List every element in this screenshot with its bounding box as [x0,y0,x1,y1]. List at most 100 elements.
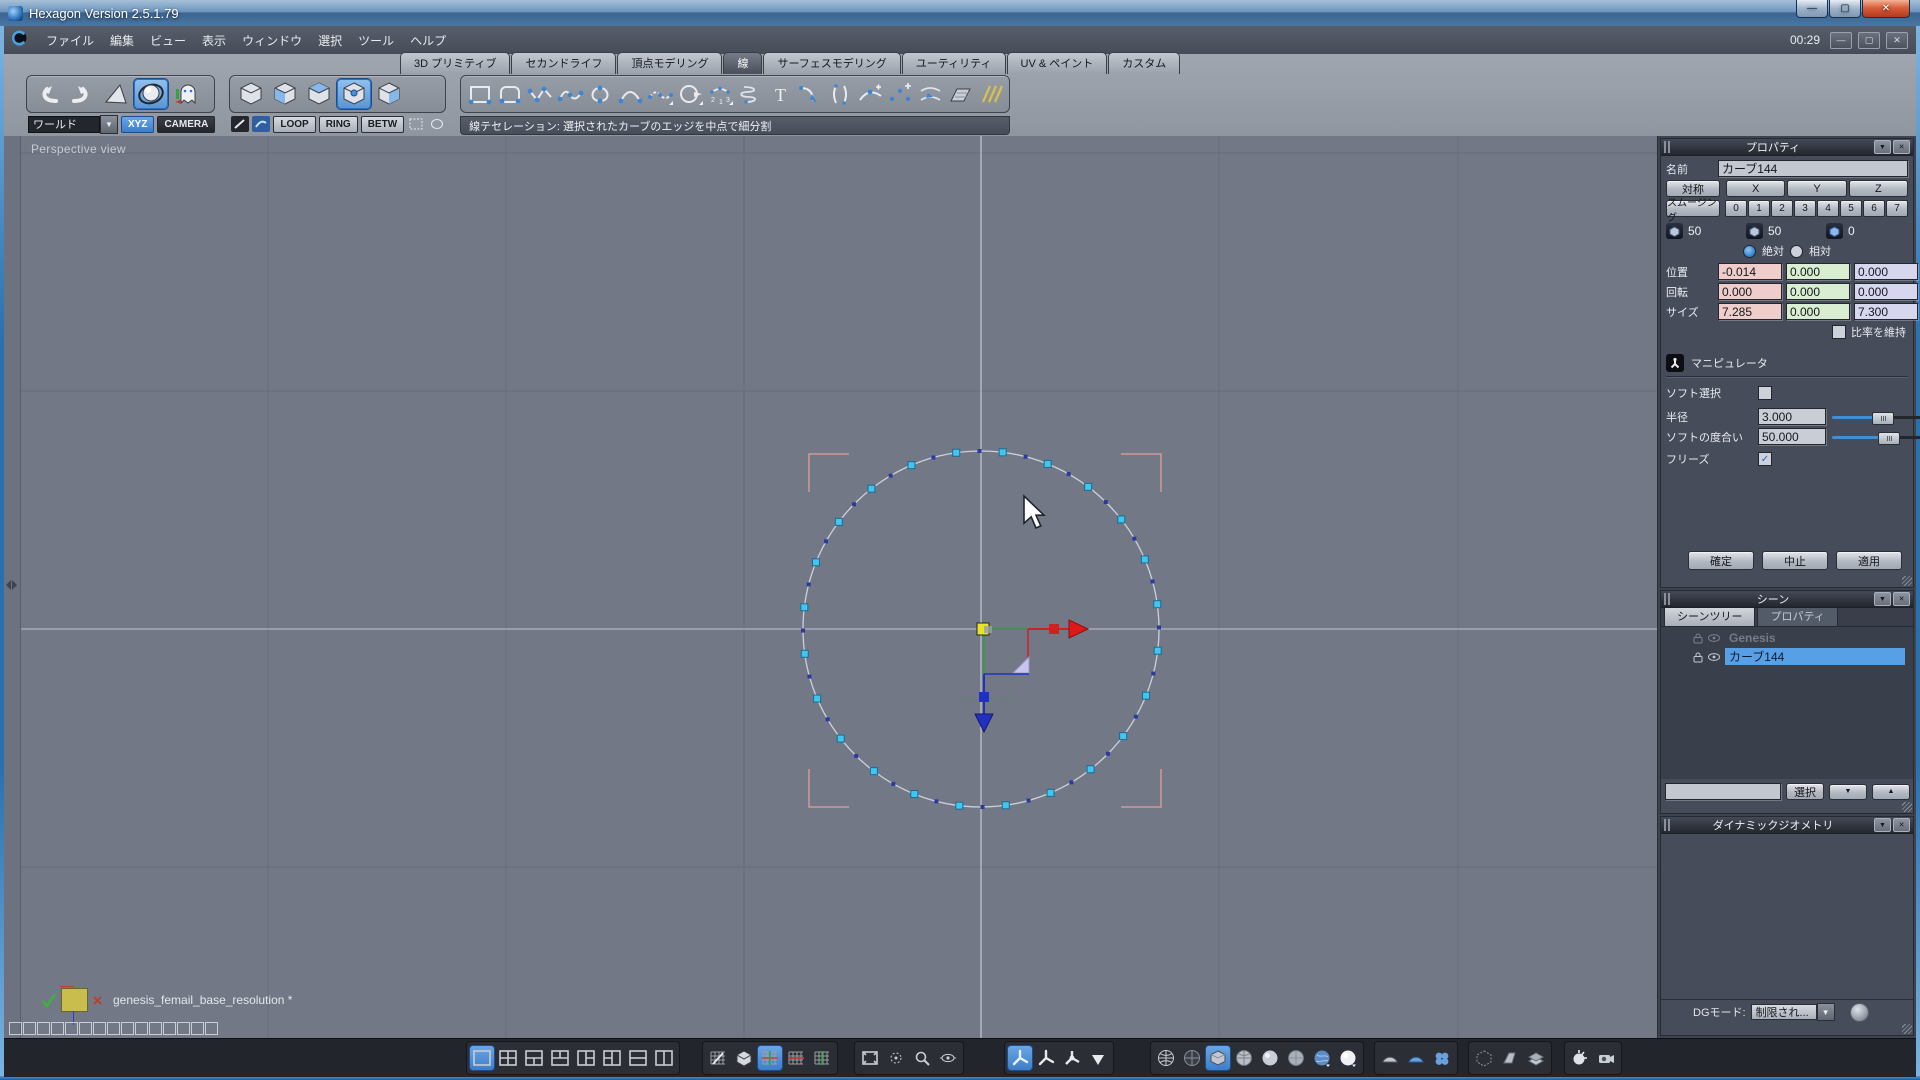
curve-midpoint[interactable] [1069,780,1073,784]
freeze-checkbox[interactable]: ✓ [1758,452,1772,466]
scene-collapse-button[interactable]: ▼ [1874,592,1891,606]
weight-cube-icon[interactable] [1746,223,1763,239]
app-close-button[interactable]: ✕ [1886,32,1908,49]
light-icon[interactable] [1568,1046,1592,1070]
project-curve-tool[interactable] [916,82,944,106]
selection-slot[interactable] [65,1022,78,1035]
layout-quad[interactable] [496,1046,520,1070]
curve-midpoint[interactable] [826,717,830,721]
smoothing-level-5[interactable]: 5 [1840,200,1862,217]
curve-vertex[interactable] [801,604,808,611]
layout-top-split[interactable] [522,1046,546,1070]
curve-midpoint[interactable] [889,474,893,478]
grid-box-icon[interactable] [732,1046,756,1070]
dg-close-button[interactable]: ✕ [1893,818,1910,832]
object-color-swatch[interactable] [61,988,88,1012]
curve-midpoint[interactable] [934,799,938,803]
drag-handle-icon[interactable] [1664,141,1672,153]
grid-x-icon[interactable] [784,1046,808,1070]
hidden-line-mode-icon[interactable] [1180,1046,1204,1070]
apply-button[interactable]: 適用 [1836,551,1902,570]
curve-vertex[interactable] [908,462,915,469]
curve-midpoint[interactable] [981,805,985,809]
selection-slot[interactable] [163,1022,176,1035]
shaded-wire-mode-icon[interactable] [1232,1046,1256,1070]
curve-vertex[interactable] [1118,516,1125,523]
select-face-mode[interactable] [269,80,301,108]
curve-midpoint[interactable] [824,539,828,543]
curve-vertex[interactable] [1047,789,1054,796]
rotation-x-field[interactable] [1718,283,1782,300]
curve-vertex[interactable] [1087,766,1094,773]
position-y-field[interactable] [1786,263,1850,280]
menu-select[interactable]: 選択 [310,29,350,52]
fillet-tool[interactable] [796,82,824,106]
window-maximize-button[interactable]: ▢ [1829,0,1861,18]
smoothing-on-icon[interactable] [1404,1046,1428,1070]
curve-vertex[interactable] [1120,733,1127,740]
menu-help[interactable]: ヘルプ [402,29,454,52]
tab-vertex-modeling[interactable]: 頂点モデリング [617,52,722,74]
selection-slot[interactable] [121,1022,134,1035]
curve-midpoint[interactable] [852,502,856,506]
visibility-icon[interactable] [1707,651,1721,663]
selection-slot[interactable] [177,1022,190,1035]
cancel-button[interactable]: 中止 [1762,551,1828,570]
curve-midpoint[interactable] [1134,715,1138,719]
layout-bottom-split[interactable] [548,1046,572,1070]
loop-select-button[interactable]: LOOP [273,116,315,133]
world-space-select[interactable]: ワールド ▼ [28,115,118,134]
text-tool[interactable]: T [766,82,794,106]
radius-slider[interactable] [1832,410,1920,424]
undo-button[interactable] [32,80,64,108]
material-mode-icon[interactable] [1336,1046,1360,1070]
helix-tool[interactable] [736,82,764,106]
curve-vertex[interactable] [1154,601,1161,608]
lock-icon[interactable] [1692,651,1704,663]
axis-z-button[interactable]: Z [1849,180,1908,197]
ghost-stack-icon[interactable] [1524,1046,1548,1070]
drag-handle-icon[interactable] [1664,593,1672,605]
curve-midpoint[interactable] [807,675,811,679]
curve-midpoint[interactable] [1106,752,1110,756]
tessellation-tool[interactable] [646,82,674,106]
weight-cube-icon[interactable] [1666,223,1683,239]
curve-midpoint[interactable] [1151,672,1155,676]
ring-select-button[interactable]: RING [319,116,358,133]
flat-shade-mode-icon[interactable] [1206,1046,1230,1070]
size-z-field[interactable] [1854,303,1918,320]
curve-midpoint[interactable] [1157,625,1161,629]
smooth-shade-mode-icon[interactable] [1258,1046,1282,1070]
select-point-mode-selected[interactable] [337,79,371,109]
curve-midpoint[interactable] [1104,500,1108,504]
curve-vertex[interactable] [953,449,960,456]
layout-h-split[interactable] [626,1046,650,1070]
curve-midpoint[interactable] [1151,579,1155,583]
polyline-tool[interactable] [526,82,554,106]
ghost-solid-icon[interactable] [1498,1046,1522,1070]
textured-mode-icon[interactable] [1310,1046,1334,1070]
curve-vertex[interactable] [911,791,918,798]
menu-display[interactable]: 表示 [194,29,234,52]
curve-midpoint[interactable] [931,455,935,459]
properties-collapse-button[interactable]: ▼ [1874,140,1891,154]
axis-x-button[interactable]: X [1726,180,1785,197]
ghost-tool[interactable] [170,80,202,108]
selection-slot[interactable] [79,1022,92,1035]
curve-vertex[interactable] [999,449,1006,456]
grid-xz-icon[interactable] [758,1046,782,1070]
rectangle-tool[interactable] [466,82,494,106]
ghost-wire-icon[interactable] [1472,1046,1496,1070]
relative-radio[interactable] [1790,245,1803,258]
curve-vertex[interactable] [837,735,844,742]
curve-midpoint[interactable] [854,754,858,758]
radius-field[interactable] [1758,408,1826,425]
smoothing-level-4[interactable]: 4 [1817,200,1839,217]
drag-handle-icon[interactable] [1664,819,1672,831]
manipulator-rotate-icon[interactable] [1060,1046,1084,1070]
curve-vertex[interactable] [1143,692,1150,699]
camera-icon[interactable] [1594,1046,1618,1070]
confirm-button[interactable]: 確定 [1688,551,1754,570]
tab-scene-properties[interactable]: プロパティ [1757,605,1837,626]
grid-edit-icon[interactable] [706,1046,730,1070]
